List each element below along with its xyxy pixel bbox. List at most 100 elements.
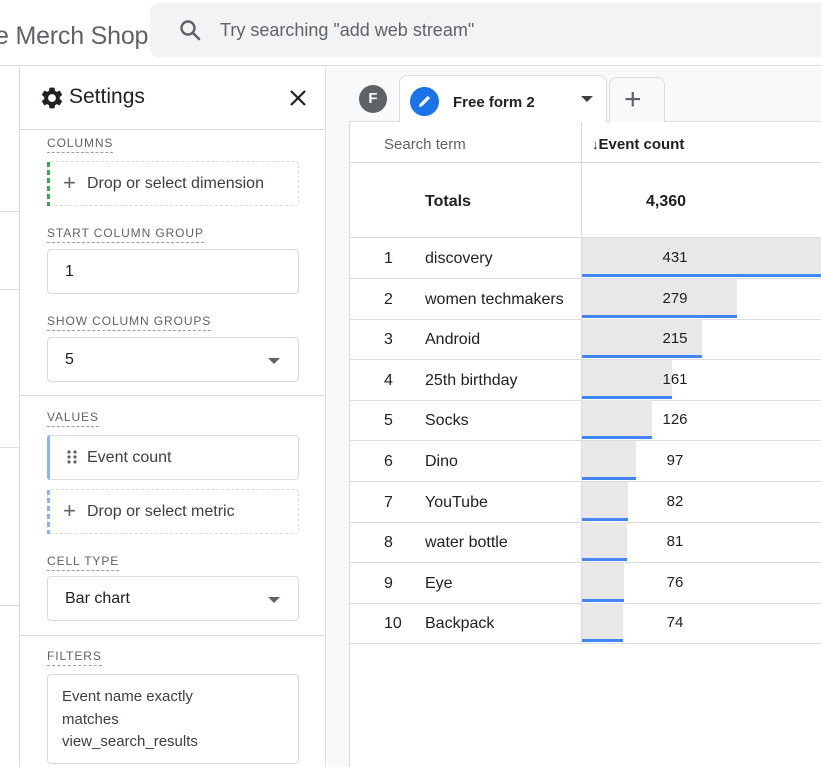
table-row[interactable]: 5 Socks 126	[350, 400, 821, 440]
close-icon[interactable]	[286, 86, 310, 110]
settings-panel: Settings COLUMNS + Drop or select dimens…	[20, 67, 326, 767]
drop-metric-label: Drop or select metric	[87, 503, 235, 520]
tab-f-badge[interactable]: F	[359, 85, 387, 113]
settings-header: Settings	[20, 67, 325, 130]
table-row[interactable]: 2 women techmakers 279	[350, 279, 821, 319]
row-rank: 4	[384, 372, 393, 389]
value-chip-label: Event count	[87, 449, 172, 466]
bar-underline	[582, 477, 636, 480]
app-title[interactable]: e Merch Shop	[0, 22, 148, 51]
tab-bar: F Free form 2 +	[349, 67, 821, 123]
filters-label: FILTERS	[47, 649, 102, 666]
drop-metric-zone[interactable]: + Drop or select metric	[47, 489, 299, 534]
search-icon	[180, 20, 201, 41]
event-count-value-chip[interactable]: Event count	[47, 435, 299, 480]
search-term-cell[interactable]: YouTube	[425, 494, 488, 512]
settings-title: Settings	[69, 85, 145, 108]
row-rank: 9	[384, 575, 393, 592]
add-tab-button[interactable]: +	[609, 77, 665, 123]
rail-divider	[0, 447, 19, 448]
event-count-cell: 74	[666, 614, 684, 631]
table-row[interactable]: 6 Dino 97	[350, 441, 821, 481]
pencil-icon	[410, 87, 439, 116]
section-divider	[20, 635, 325, 636]
column-header-search-term[interactable]: Search term	[384, 136, 466, 177]
event-count-cell: 82	[666, 493, 684, 510]
row-divider	[350, 643, 821, 644]
show-column-groups-value: 5	[65, 351, 74, 368]
search-term-cell[interactable]: water bottle	[425, 534, 508, 552]
search-box[interactable]	[150, 3, 821, 57]
start-column-group-input[interactable]: 1	[47, 249, 299, 294]
column-divider	[581, 122, 582, 642]
event-count-cell: 97	[666, 452, 684, 469]
left-rail	[0, 67, 20, 767]
columns-label: COLUMNS	[47, 136, 114, 153]
totals-label: Totals	[425, 193, 471, 210]
table-row[interactable]: 1 discovery 431	[350, 238, 821, 278]
event-count-cell: 161	[662, 371, 688, 388]
bar-fill	[582, 522, 627, 561]
gear-icon	[41, 87, 63, 109]
drag-handle-icon[interactable]	[66, 449, 78, 465]
search-term-cell[interactable]: Dino	[425, 453, 458, 471]
search-term-cell[interactable]: Android	[425, 331, 480, 349]
show-column-groups-label: SHOW COLUMN GROUPS	[47, 314, 212, 331]
table-row[interactable]: 8 water bottle 81	[350, 522, 821, 562]
table-row[interactable]: 9 Eye 76	[350, 563, 821, 603]
search-term-cell[interactable]: Socks	[425, 412, 469, 430]
cell-type-select[interactable]: Bar chart	[47, 576, 299, 621]
row-rank: 3	[384, 331, 393, 348]
event-count-cell: 126	[662, 411, 688, 428]
table-row[interactable]: 3 Android 215	[350, 319, 821, 359]
filter-text-line: matches	[62, 710, 119, 728]
bar-fill	[582, 441, 636, 480]
canvas-gutter	[327, 67, 349, 767]
dimension-zone-marker	[47, 162, 50, 206]
row-divider	[350, 162, 821, 163]
filter-condition[interactable]: Event name exactly matches view_search_r…	[47, 674, 299, 764]
start-column-group-label: START COLUMN GROUP	[47, 226, 204, 243]
value-chip-marker	[47, 435, 50, 480]
dropdown-caret-icon	[268, 358, 280, 364]
table-row[interactable]: 4 25th birthday 161	[350, 360, 821, 400]
show-column-groups-select[interactable]: 5	[47, 337, 299, 382]
rail-divider	[0, 289, 19, 290]
event-count-cell: 76	[666, 574, 684, 591]
search-term-cell[interactable]: women techmakers	[425, 291, 564, 309]
bar-underline	[582, 355, 702, 358]
drop-dimension-label: Drop or select dimension	[87, 175, 264, 192]
search-term-cell[interactable]: discovery	[425, 250, 493, 268]
metric-zone-marker	[47, 490, 50, 534]
cell-type-label: CELL TYPE	[47, 554, 120, 571]
bar-fill	[582, 603, 623, 642]
totals-value: 4,360	[646, 193, 687, 210]
search-term-cell[interactable]: Backpack	[425, 615, 494, 633]
table-row[interactable]: 7 YouTube 82	[350, 482, 821, 522]
filter-text-line: Event name exactly	[62, 688, 193, 705]
values-label: VALUES	[47, 410, 99, 427]
drop-dimension-zone[interactable]: + Drop or select dimension	[47, 161, 299, 206]
filter-text-line: view_search_results	[62, 733, 198, 750]
bar-underline	[582, 639, 623, 642]
bar-underline	[582, 599, 624, 602]
rail-divider	[0, 605, 19, 606]
row-rank: 10	[384, 615, 402, 632]
event-count-cell: 81	[666, 533, 684, 550]
cell-type-value: Bar chart	[65, 590, 130, 607]
tab-menu-caret-icon[interactable]	[581, 96, 593, 102]
plus-icon: +	[63, 170, 76, 195]
row-rank: 8	[384, 534, 393, 551]
event-count-cell: 279	[662, 290, 688, 307]
search-input[interactable]	[220, 3, 780, 57]
plus-icon: +	[63, 498, 76, 523]
tab-free-form-2[interactable]: Free form 2	[399, 75, 607, 123]
bar-underline	[582, 518, 628, 521]
search-term-cell[interactable]: 25th birthday	[425, 372, 518, 390]
event-count-cell: 431	[662, 249, 688, 266]
search-term-cell[interactable]: Eye	[425, 575, 453, 593]
row-rank: 7	[384, 494, 393, 511]
table-row[interactable]: 10 Backpack 74	[350, 603, 821, 643]
column-header-event-count[interactable]: ↓Event count	[592, 136, 684, 177]
dropdown-caret-icon	[268, 597, 280, 603]
